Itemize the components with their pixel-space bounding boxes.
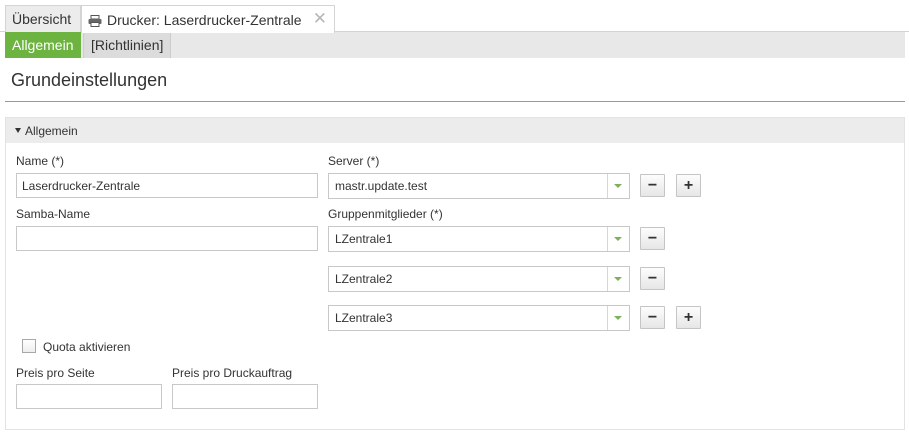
tab-overview-label: Übersicht [12,11,72,27]
member-select-3-value: LZentrale3 [335,311,393,325]
caret-down-icon [15,128,21,133]
page-title: Grundeinstellungen [11,70,168,90]
close-icon[interactable]: ✕ [313,10,327,27]
price-per-page-label: Preis pro Seite [16,366,95,380]
chevron-down-icon[interactable] [607,267,629,291]
tab-bar: Übersicht Drucker: Laserdrucker-Zentrale… [0,0,909,33]
title-divider [5,101,905,102]
quota-label[interactable]: Quota aktivieren [43,340,130,354]
price-per-job-label: Preis pro Druckauftrag [172,366,293,380]
section-header[interactable]: Allgemein [6,118,904,143]
plus-icon: + [683,308,694,326]
section-title: Allgemein [25,123,78,138]
chevron-down-icon[interactable] [607,174,629,198]
remove-member-3-button[interactable]: − [640,306,665,329]
member-select-1-value: LZentrale1 [335,232,393,246]
server-label: Server (*) [328,154,380,168]
quota-checkbox[interactable] [22,339,36,353]
subtab-rules[interactable]: [Richtlinien] [83,32,171,58]
member-select-1[interactable]: LZentrale1 [328,226,630,252]
tab-overview[interactable]: Übersicht [5,5,81,32]
server-select[interactable]: mastr.update.test [328,173,630,199]
minus-icon: − [647,269,658,287]
subtab-rules-label: [Richtlinien] [91,37,164,53]
printer-icon [88,14,102,27]
server-select-value: mastr.update.test [335,179,428,193]
remove-member-2-button[interactable]: − [640,267,665,290]
samba-name-field[interactable] [16,226,318,251]
tab-printer[interactable]: Drucker: Laserdrucker-Zentrale ✕ [81,5,335,33]
minus-icon: − [647,308,658,326]
add-server-button[interactable]: + [676,174,701,197]
section-general: Allgemein Name (*) Laserdrucker-Zentrale… [5,117,905,430]
remove-server-button[interactable]: − [640,174,665,197]
minus-icon: − [647,176,658,194]
tab-printer-label: Drucker: Laserdrucker-Zentrale [107,11,302,28]
name-field-value: Laserdrucker-Zentrale [22,178,141,193]
samba-label: Samba-Name [16,207,91,221]
member-select-2-value: LZentrale2 [335,272,393,286]
chevron-down-icon[interactable] [607,227,629,251]
members-label: Gruppenmitglieder (*) [328,207,443,221]
member-select-3[interactable]: LZentrale3 [328,305,630,331]
name-label: Name (*) [16,154,65,168]
plus-icon: + [683,176,694,194]
minus-icon: − [647,229,658,247]
price-per-page-field[interactable] [16,384,162,409]
member-select-2[interactable]: LZentrale2 [328,266,630,292]
add-member-button[interactable]: + [676,306,701,329]
sub-tab-bar: Allgemein [Richtlinien] [5,32,905,58]
remove-member-1-button[interactable]: − [640,227,665,250]
subtab-general[interactable]: Allgemein [5,32,81,58]
name-field[interactable]: Laserdrucker-Zentrale [16,173,318,198]
chevron-down-icon[interactable] [607,306,629,330]
price-per-job-field[interactable] [172,384,318,409]
subtab-general-label: Allgemein [12,37,74,53]
